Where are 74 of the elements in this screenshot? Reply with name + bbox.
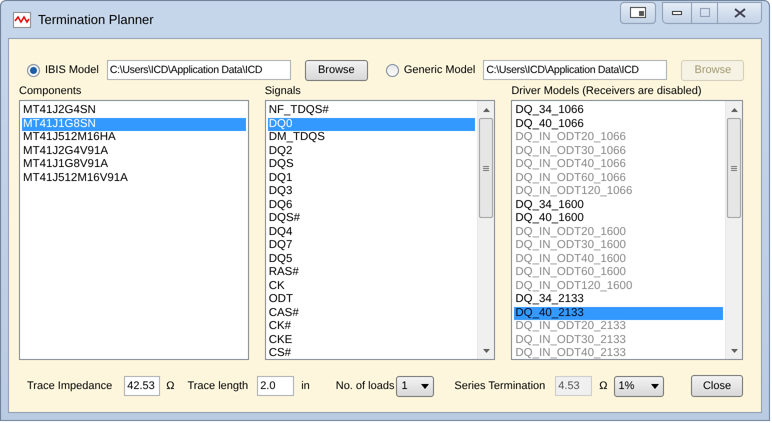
grip-icon — [483, 166, 490, 170]
tolerance-dropdown[interactable]: 1% — [614, 376, 664, 396]
path-field[interactable]: C:\Users\ICD\Application Data\ICD — [483, 60, 668, 80]
list-item[interactable]: MT41J2G4V91A — [22, 144, 246, 158]
list-label: Components — [19, 84, 82, 99]
list-item[interactable]: CAS# — [268, 306, 476, 320]
list-item[interactable]: DQ_34_1600 — [514, 198, 723, 212]
list-item[interactable]: CS# — [268, 347, 476, 360]
path-field[interactable]: C:\Users\ICD\Application Data\ICD — [106, 60, 291, 80]
browse-button[interactable]: Browse — [304, 60, 368, 80]
list-item[interactable]: MT41J1G8V91A — [22, 158, 246, 172]
list-item[interactable]: DM_TDQS — [268, 131, 476, 144]
list-item[interactable]: DQ1 — [268, 172, 476, 185]
minimize-button[interactable] — [663, 2, 691, 22]
minimize-icon — [672, 10, 682, 14]
list-item[interactable]: ODT — [268, 293, 476, 306]
field-label: Trace length — [187, 378, 248, 394]
list-item[interactable]: DQ_40_1066 — [514, 118, 723, 131]
maximize-icon — [700, 8, 710, 17]
list-item[interactable]: MT41J512M16V91A — [22, 172, 246, 185]
list-item[interactable]: DQS — [268, 158, 476, 172]
scroll-down-arrow-icon — [730, 348, 738, 352]
list-item[interactable]: DQ_40_2133 — [514, 306, 723, 320]
field-label: No. of loads — [336, 378, 394, 394]
close-button[interactable]: Close — [691, 375, 743, 397]
scrollbar[interactable] — [477, 101, 494, 359]
list-box[interactable] — [511, 100, 743, 360]
list-item[interactable]: RAS# — [268, 266, 476, 280]
window-button[interactable] — [620, 2, 656, 24]
unit-label: in — [301, 378, 310, 394]
list-item[interactable]: NF_TDQS# — [268, 104, 476, 118]
list-item[interactable]: CK — [268, 280, 476, 293]
list-box[interactable]: NF_TDQS# DQ0 DM_TDQS DQ2 DQS DQ1 DQ3 DQ6 DQS# DQ4 DQ7 DQ5 RAS# CK ODT CAS# CK# CKE CS# — [264, 100, 496, 360]
list-item[interactable]: DQ6 — [268, 198, 476, 212]
unit-label: Ω — [166, 378, 174, 394]
list-item[interactable]: DQ7 — [268, 239, 476, 252]
scroll-up-arrow-icon — [482, 108, 490, 112]
list-item[interactable]: MT41J2G4SN — [22, 104, 246, 118]
caret-icon — [651, 384, 660, 388]
unit-label: Ω — [599, 378, 608, 394]
impedance-field[interactable]: 42.53 — [124, 376, 160, 396]
list-item[interactable]: DQ_40_1600 — [514, 212, 723, 226]
radio-button[interactable] — [386, 64, 399, 76]
close-window-button[interactable] — [717, 2, 761, 22]
termination-field[interactable]: 4.53 — [555, 376, 592, 396]
scroll-down-arrow-icon — [482, 348, 490, 352]
list-item[interactable]: DQ2 — [268, 144, 476, 158]
list-label: Driver Models (Receivers are disabled) — [511, 84, 702, 99]
list-item[interactable]: DQ_34_2133 — [514, 293, 723, 306]
window-title: Termination Planner — [38, 10, 154, 29]
grip-icon — [731, 166, 737, 170]
list-item[interactable]: CKE — [268, 334, 476, 347]
field-label: Trace Impedance — [27, 378, 112, 394]
list-item[interactable]: DQS# — [268, 212, 476, 226]
caret-icon — [421, 384, 430, 388]
close-icon — [734, 8, 746, 18]
list-box[interactable]: MT41J2G4SN MT41J1G8SN MT41J512M16HA MT41J2G4V91A MT41J1G8V91A MT41J512M16V91A — [19, 100, 249, 360]
list-item[interactable]: MT41J512M16HA — [22, 131, 246, 144]
loads-dropdown[interactable]: 1 — [396, 376, 434, 396]
radio-label[interactable]: IBIS Model — [45, 62, 99, 78]
length-field[interactable]: 2.0 — [257, 376, 294, 396]
field-label: Series Termination — [454, 378, 546, 394]
scroll-up-arrow-icon — [730, 108, 738, 112]
list-item[interactable]: DQ_34_1066 — [514, 104, 723, 118]
list-item[interactable]: CK# — [268, 320, 476, 334]
window-icon — [630, 7, 646, 18]
waveform-icon — [13, 12, 31, 28]
list-item[interactable]: DQ3 — [268, 185, 476, 198]
scrollbar[interactable] — [725, 101, 742, 359]
radio-label[interactable]: Generic Model — [404, 62, 476, 78]
list-item[interactable]: DQ5 — [268, 252, 476, 266]
list-item[interactable]: DQ4 — [268, 226, 476, 239]
radio-button[interactable] — [27, 64, 40, 76]
list-label: Signals — [264, 84, 302, 99]
